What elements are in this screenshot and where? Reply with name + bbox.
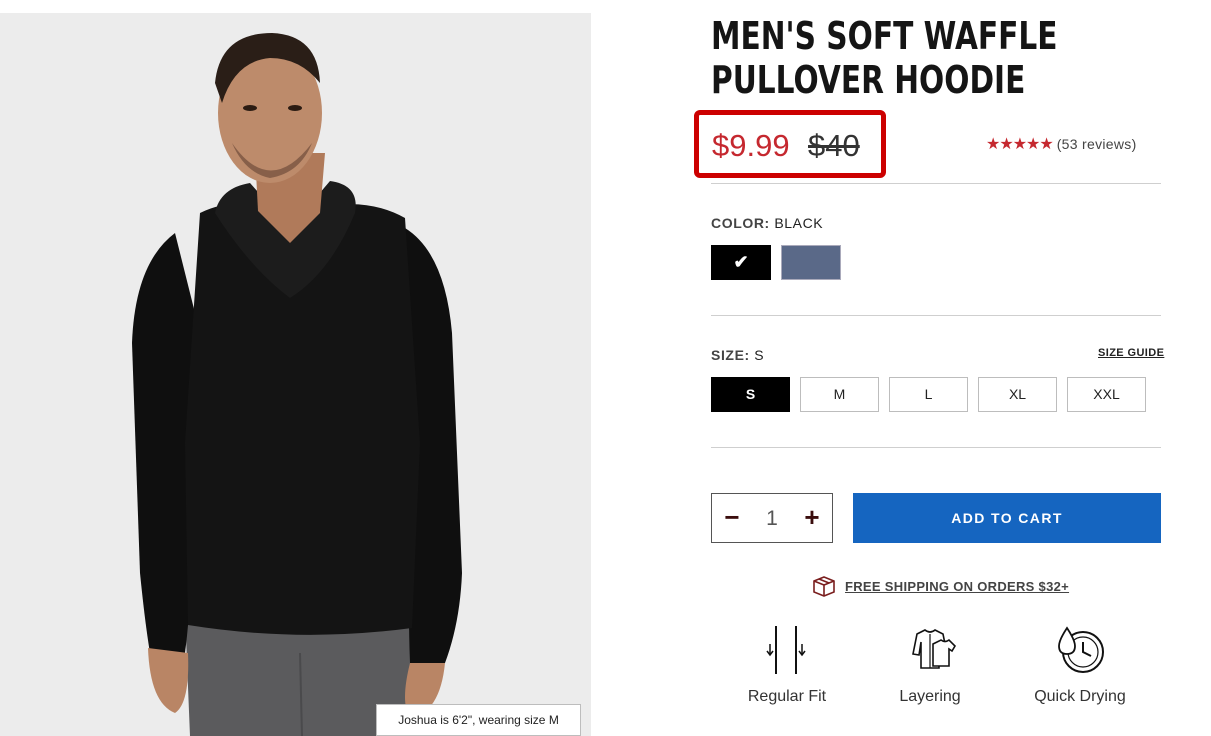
model-size-caption: Joshua is 6'2", wearing size M bbox=[376, 704, 581, 736]
add-to-cart-button[interactable]: ADD TO CART bbox=[853, 493, 1161, 543]
box-icon bbox=[813, 576, 835, 597]
regular-fit-icon bbox=[766, 626, 806, 674]
sale-price: $9.99 bbox=[712, 128, 790, 163]
color-swatch-black[interactable]: ✔ bbox=[709, 243, 773, 282]
size-option-xxl[interactable]: XXL bbox=[1067, 377, 1146, 412]
product-title: MEN'S SOFT WAFFLE PULLOVER HOODIE bbox=[711, 14, 1058, 102]
size-option-xl[interactable]: XL bbox=[978, 377, 1057, 412]
feature-label: Regular Fit bbox=[747, 688, 827, 705]
size-option-s[interactable]: S bbox=[711, 377, 790, 412]
feature-label: Quick Drying bbox=[1034, 688, 1126, 705]
decrease-quantity-button[interactable]: − bbox=[712, 494, 752, 542]
color-swatch-blue[interactable] bbox=[781, 245, 841, 280]
increase-quantity-button[interactable]: + bbox=[792, 494, 832, 542]
size-option-m[interactable]: M bbox=[800, 377, 879, 412]
feature-quick-drying: Quick Drying bbox=[1030, 624, 1130, 706]
feature-regular-fit: Regular Fit bbox=[740, 624, 834, 706]
quantity-value[interactable]: 1 bbox=[752, 494, 792, 542]
check-icon: ✔ bbox=[733, 252, 749, 272]
quick-drying-icon bbox=[1058, 626, 1104, 673]
feature-label: Layering bbox=[899, 688, 961, 705]
free-shipping-banner[interactable]: FREE SHIPPING ON ORDERS $32+ bbox=[811, 574, 1069, 598]
product-image[interactable]: Joshua is 6'2", wearing size M bbox=[0, 13, 591, 736]
selected-color: BLACK bbox=[774, 215, 824, 231]
quantity-stepper: − 1 + bbox=[711, 493, 833, 543]
free-shipping-link[interactable]: FREE SHIPPING ON ORDERS $32+ bbox=[845, 579, 1069, 594]
layering-icon bbox=[912, 629, 957, 669]
divider bbox=[711, 447, 1161, 448]
divider bbox=[711, 315, 1161, 316]
model-figure bbox=[132, 33, 462, 736]
size-label: SIZE: S bbox=[711, 347, 765, 363]
color-label: COLOR: BLACK bbox=[711, 215, 824, 231]
feature-layering: Layering bbox=[885, 624, 975, 706]
size-guide-link[interactable]: SIZE GUIDE bbox=[1098, 347, 1164, 359]
original-price: $40 bbox=[808, 128, 860, 163]
divider bbox=[711, 183, 1161, 184]
rating[interactable]: ★★★★★ (53 reviews) bbox=[986, 134, 1137, 154]
size-option-l[interactable]: L bbox=[889, 377, 968, 412]
star-rating-icon: ★★★★★ bbox=[986, 136, 1054, 153]
review-count-link[interactable]: (53 reviews) bbox=[1057, 136, 1137, 152]
selected-size: S bbox=[754, 347, 765, 363]
